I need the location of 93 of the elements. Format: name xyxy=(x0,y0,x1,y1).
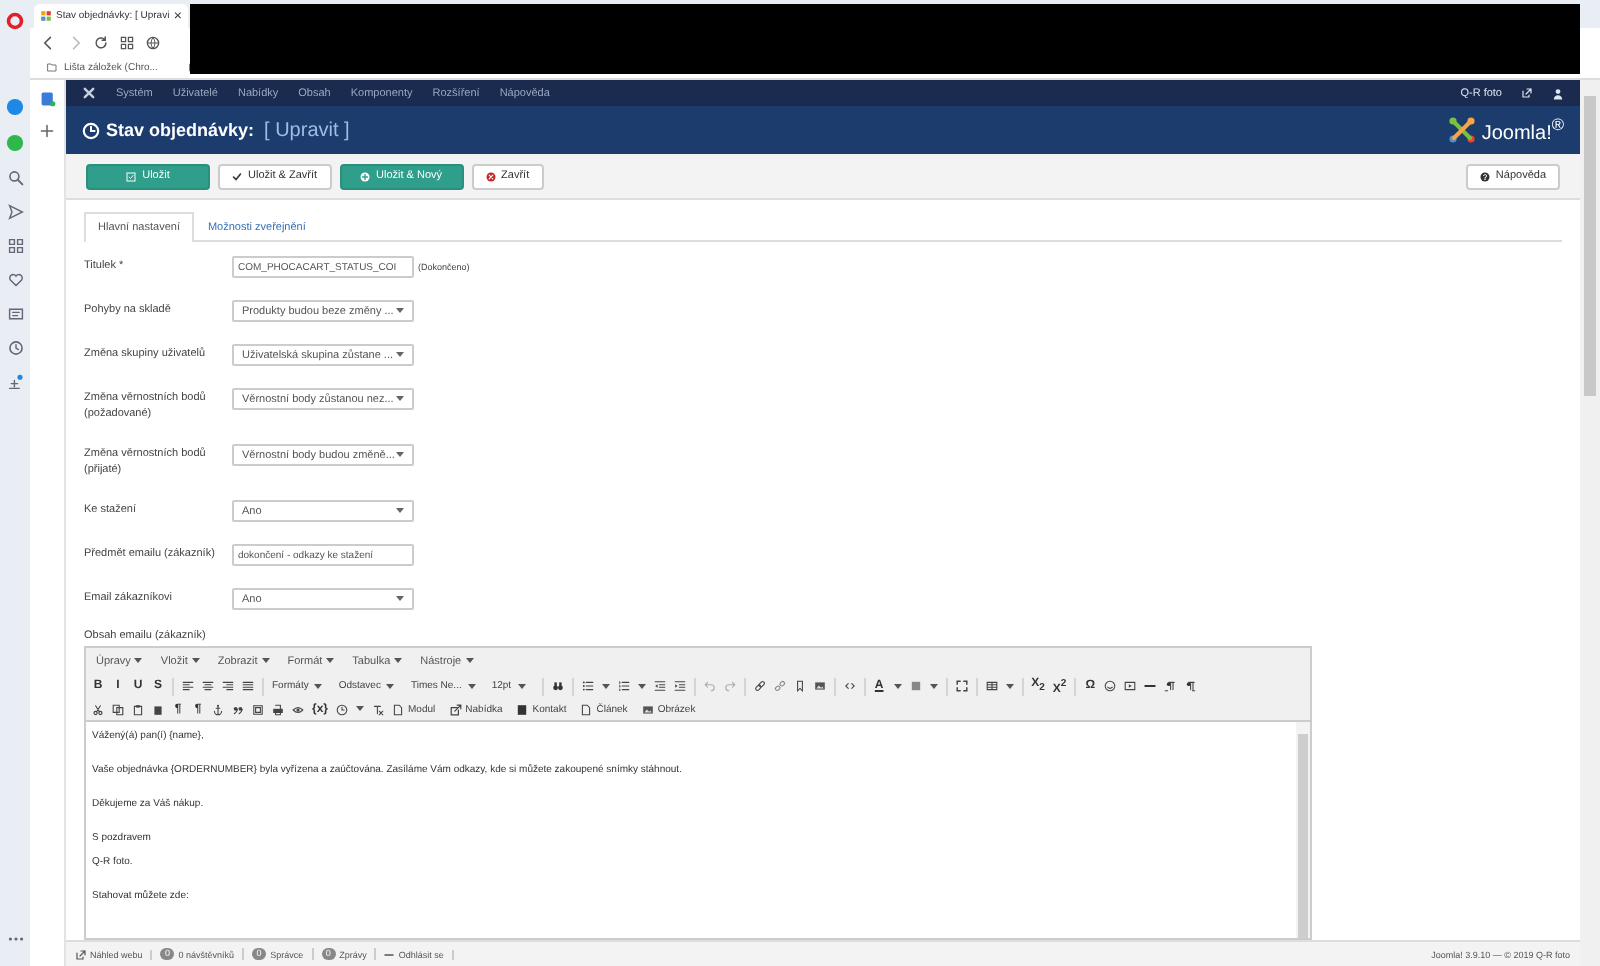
help-icon xyxy=(1479,171,1490,181)
clock-icon[interactable] xyxy=(7,340,23,356)
media-icon[interactable] xyxy=(1124,680,1137,692)
caret-icon xyxy=(134,658,143,664)
more-icon[interactable] xyxy=(7,936,23,942)
caret-icon xyxy=(467,683,476,689)
caret-icon xyxy=(396,452,404,458)
caret-icon xyxy=(326,658,335,664)
horizontal-rule-icon[interactable] xyxy=(1144,680,1157,692)
reload-icon[interactable] xyxy=(94,35,108,49)
caret-icon xyxy=(396,508,404,514)
page-title: Stav objednávky: xyxy=(106,120,255,140)
clock-icon[interactable] xyxy=(336,703,349,715)
text-direction-icon[interactable] xyxy=(1164,680,1177,692)
user-icon[interactable] xyxy=(1552,87,1564,99)
caret-icon xyxy=(1005,683,1014,689)
caret-icon xyxy=(314,683,323,689)
close-icon xyxy=(485,171,496,181)
logo-text[interactable]: Joomla!$^{®}$ xyxy=(1481,114,1564,146)
image-icon xyxy=(641,703,654,715)
search-icon[interactable] xyxy=(7,170,23,186)
image-icon[interactable] xyxy=(813,680,826,692)
printer-icon[interactable] xyxy=(272,703,284,715)
clear-format-icon[interactable] xyxy=(372,703,385,715)
send-icon[interactable] xyxy=(7,204,23,220)
caret-icon xyxy=(396,352,404,358)
binoculars-icon[interactable] xyxy=(551,680,564,692)
highlight-icon[interactable] xyxy=(909,680,922,692)
site-favicon-icon xyxy=(40,10,52,22)
fullscreen-icon[interactable] xyxy=(955,680,968,692)
heart-icon[interactable] xyxy=(7,272,23,288)
logo-icon[interactable] xyxy=(1447,116,1476,144)
text-direction-icon[interactable] xyxy=(1184,680,1197,692)
outdent-icon[interactable] xyxy=(653,680,666,692)
external-link-icon[interactable] xyxy=(1522,88,1532,98)
caret-icon xyxy=(637,683,646,689)
folder-icon[interactable] xyxy=(46,62,58,72)
smiley-icon[interactable] xyxy=(1104,680,1117,692)
frame-icon[interactable] xyxy=(252,703,264,715)
caret-icon xyxy=(191,658,200,664)
editor-scrollbar[interactable] xyxy=(1296,722,1310,938)
caret-icon xyxy=(261,658,270,664)
align-center-icon[interactable] xyxy=(202,680,214,692)
quote-icon[interactable] xyxy=(232,703,244,715)
justify-icon[interactable] xyxy=(242,680,254,692)
back-icon[interactable] xyxy=(42,35,56,49)
caret-icon xyxy=(893,683,902,689)
document-icon xyxy=(580,703,593,715)
ring-logo-icon[interactable] xyxy=(6,12,24,30)
caret-icon xyxy=(356,706,365,712)
caret-icon xyxy=(396,308,404,314)
caret-icon xyxy=(396,596,404,602)
caret-icon xyxy=(601,683,610,689)
scroll-thumb[interactable] xyxy=(1584,96,1596,396)
caret-icon xyxy=(396,396,404,402)
clock-icon xyxy=(82,121,100,139)
share-icon xyxy=(449,703,462,715)
copy-icon[interactable] xyxy=(112,703,124,715)
minus-icon xyxy=(384,949,395,959)
save-icon xyxy=(126,171,137,181)
unlink-icon[interactable] xyxy=(773,680,786,692)
app-icon[interactable] xyxy=(39,90,55,108)
numbered-list-icon[interactable] xyxy=(617,680,630,692)
page-scrollbar[interactable] xyxy=(1580,80,1600,966)
align-left-icon[interactable] xyxy=(182,680,194,692)
caret-icon xyxy=(465,658,474,664)
anchor-icon[interactable] xyxy=(212,703,224,715)
scroll-thumb[interactable] xyxy=(1298,734,1308,938)
grid-icon[interactable] xyxy=(120,35,134,49)
note-icon[interactable] xyxy=(7,306,23,322)
eye-icon[interactable] xyxy=(292,703,304,715)
plus-icon[interactable] xyxy=(40,124,54,138)
scissors-icon[interactable] xyxy=(92,703,104,715)
external-link-icon xyxy=(76,949,86,959)
table-icon[interactable] xyxy=(985,680,998,692)
caret-icon xyxy=(929,683,938,689)
grid-icon[interactable] xyxy=(7,238,23,254)
chat-bubble-icon[interactable] xyxy=(6,98,24,116)
check-icon xyxy=(232,171,242,181)
indent-icon[interactable] xyxy=(673,680,686,692)
document-icon xyxy=(392,703,405,715)
logo-icon[interactable] xyxy=(82,86,96,100)
plus-circle-icon xyxy=(360,171,371,181)
caret-icon xyxy=(517,683,526,689)
caret-icon xyxy=(386,683,395,689)
globe-icon xyxy=(146,35,160,49)
code-icon[interactable] xyxy=(843,680,856,692)
caret-icon xyxy=(394,658,403,664)
bullet-list-icon[interactable] xyxy=(581,680,594,692)
bookmark-icon[interactable] xyxy=(793,680,806,692)
link-icon[interactable] xyxy=(753,680,766,692)
page-subtitle: [ Upravit ] xyxy=(264,119,350,141)
align-right-icon[interactable] xyxy=(222,680,234,692)
